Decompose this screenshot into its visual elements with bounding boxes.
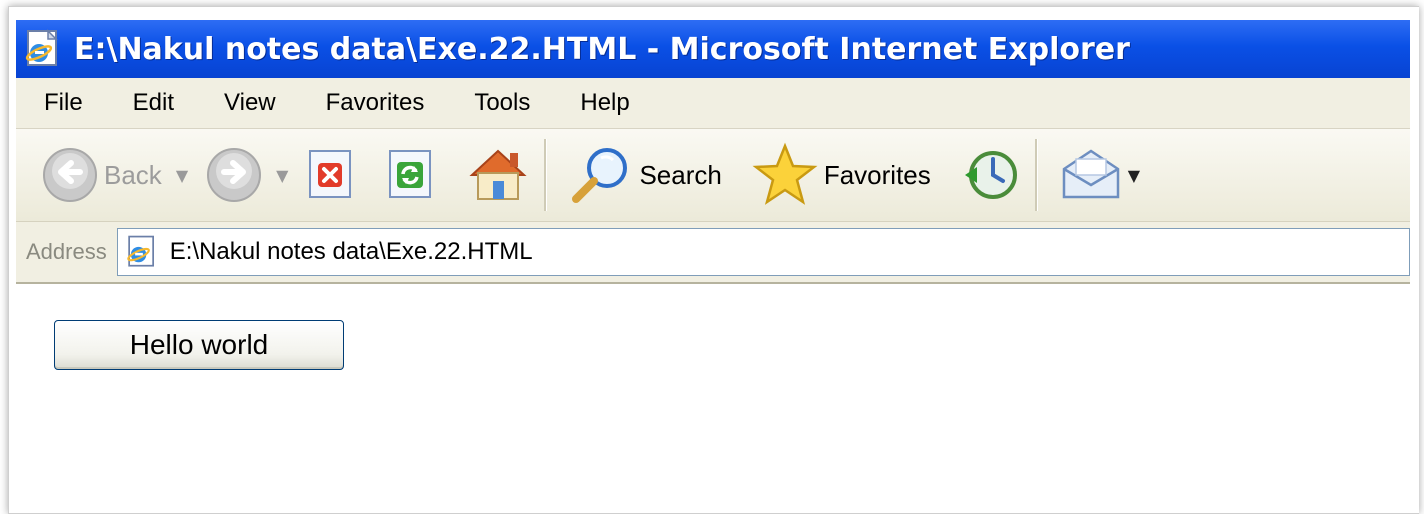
- menu-help[interactable]: Help: [580, 89, 629, 117]
- back-button[interactable]: Back: [42, 135, 162, 215]
- history-icon: [964, 151, 1017, 199]
- toolbar-separator-2: [1034, 139, 1038, 211]
- home-button[interactable]: [466, 135, 530, 215]
- hello-world-button[interactable]: Hello world: [54, 320, 344, 370]
- menu-edit[interactable]: Edit: [133, 89, 174, 117]
- favorites-button[interactable]: Favorites: [752, 135, 931, 215]
- back-label: Back: [104, 159, 162, 190]
- standard-toolbar: Back ▼ ▼ Search Favorites ▼: [16, 129, 1410, 222]
- page-content: Hello world: [16, 284, 1410, 512]
- favorites-label: Favorites: [823, 159, 931, 190]
- title-bar[interactable]: E:\Nakul notes data\Exe.22.HTML - Micros…: [16, 20, 1410, 78]
- star-icon: [752, 142, 818, 205]
- forward-button[interactable]: [206, 135, 262, 215]
- magnifier-icon: [572, 148, 628, 203]
- forward-dropdown-icon[interactable]: ▼: [276, 166, 288, 185]
- back-dropdown-icon[interactable]: ▼: [176, 166, 188, 185]
- menu-file[interactable]: File: [44, 89, 83, 117]
- back-arrow-icon: [43, 148, 97, 202]
- refresh-button[interactable]: [386, 135, 436, 215]
- stop-icon: [309, 150, 352, 198]
- toolbar-separator: [544, 139, 548, 211]
- address-label: Address: [26, 239, 107, 264]
- ie-page-icon: [127, 235, 154, 267]
- ie-page-icon: [25, 29, 58, 66]
- forward-arrow-icon: [207, 148, 262, 202]
- search-button[interactable]: Search: [567, 135, 722, 215]
- menu-view[interactable]: View: [224, 89, 276, 117]
- mail-dropdown-icon[interactable]: ▼: [1128, 166, 1140, 185]
- home-icon: [469, 149, 527, 200]
- menu-tools[interactable]: Tools: [474, 89, 530, 117]
- window-title: E:\Nakul notes data\Exe.22.HTML - Micros…: [74, 31, 1130, 67]
- address-value: E:\Nakul notes data\Exe.22.HTML: [169, 238, 533, 265]
- menu-bar: File Edit View Favorites Tools Help: [16, 78, 1410, 129]
- search-label: Search: [639, 159, 722, 190]
- menu-favorites[interactable]: Favorites: [326, 89, 425, 117]
- mail-icon: [1062, 149, 1119, 199]
- address-input[interactable]: E:\Nakul notes data\Exe.22.HTML: [116, 228, 1410, 276]
- stop-button[interactable]: [306, 135, 356, 215]
- address-bar: Address E:\Nakul notes data\Exe.22.HTML: [16, 222, 1410, 284]
- mail-button[interactable]: [1058, 135, 1124, 215]
- refresh-icon: [389, 150, 432, 198]
- history-button[interactable]: [961, 135, 1021, 215]
